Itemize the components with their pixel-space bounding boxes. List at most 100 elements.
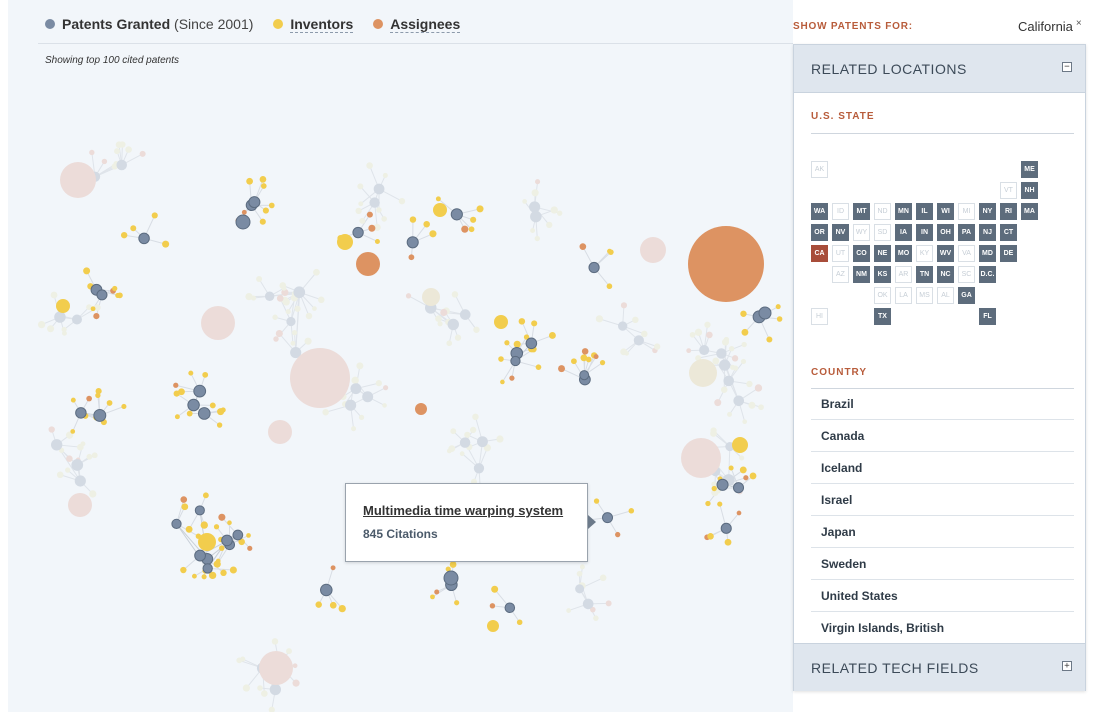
assignee-node[interactable] [275, 329, 283, 338]
inventor-node[interactable] [56, 299, 70, 313]
state-tile-ks[interactable]: KS [874, 266, 891, 283]
assignee-node[interactable] [706, 331, 713, 339]
assignee-node[interactable] [368, 224, 376, 232]
inventor-node[interactable] [89, 490, 97, 498]
inventor-node[interactable] [186, 410, 193, 417]
assignee-node[interactable] [736, 510, 742, 516]
inventor-node[interactable] [599, 360, 606, 366]
patent-node[interactable] [373, 183, 385, 195]
state-tile-ca[interactable]: CA [811, 245, 828, 262]
inventor-node[interactable] [516, 619, 523, 626]
inventor-node[interactable] [185, 525, 193, 533]
assignee-node[interactable] [579, 243, 587, 250]
inventor-node[interactable] [423, 220, 430, 228]
inventor-node[interactable] [313, 268, 320, 276]
related-locations-header[interactable]: RELATED LOCATIONS − [794, 45, 1085, 93]
state-tile-mo[interactable]: MO [895, 245, 912, 262]
state-tile-ny[interactable]: NY [979, 203, 996, 220]
inventor-node[interactable] [504, 340, 510, 346]
patent-node[interactable] [476, 436, 488, 448]
inventor-node[interactable] [250, 295, 257, 301]
patent-node[interactable] [362, 391, 374, 403]
assignee-node[interactable] [273, 336, 279, 342]
state-tile-de[interactable]: DE [1000, 245, 1017, 262]
inventor-node[interactable] [739, 455, 745, 461]
inventor-node[interactable] [358, 201, 364, 207]
inventor-node[interactable] [261, 690, 268, 697]
state-tile-mn[interactable]: MN [895, 203, 912, 220]
patent-node[interactable] [459, 437, 471, 448]
inventor-node[interactable] [382, 403, 387, 408]
patent-node[interactable] [286, 316, 296, 327]
patent-node[interactable] [716, 348, 727, 359]
inventor-node[interactable] [518, 318, 526, 325]
state-tile-mt[interactable]: MT [853, 203, 870, 220]
assignee-node[interactable] [489, 603, 496, 609]
inventor-node[interactable] [114, 148, 120, 155]
inventor-node[interactable] [513, 340, 521, 348]
state-tile-me[interactable]: ME [1021, 161, 1038, 178]
inventor-node[interactable] [733, 365, 739, 371]
inventor-node[interactable] [398, 197, 406, 205]
assignee-node[interactable] [440, 308, 448, 317]
patent-node[interactable] [723, 375, 735, 387]
inventor-node[interactable] [732, 437, 748, 453]
patent-node[interactable] [579, 370, 590, 381]
state-tile-nc[interactable]: NC [937, 266, 954, 283]
patent-node[interactable] [758, 306, 772, 320]
assignee-node[interactable] [259, 651, 293, 685]
country-item[interactable]: United States [811, 580, 1074, 612]
inventor-node[interactable] [65, 467, 71, 473]
assignee-node[interactable] [581, 348, 589, 355]
patent-node[interactable] [345, 399, 357, 411]
inventor-node[interactable] [246, 533, 251, 538]
inventor-node[interactable] [712, 357, 720, 365]
inventor-node[interactable] [433, 203, 447, 217]
inventor-node[interactable] [355, 207, 362, 215]
patent-node[interactable] [51, 439, 63, 451]
inventor-node[interactable] [435, 315, 442, 322]
inventor-node[interactable] [599, 574, 607, 582]
inventor-node[interactable] [449, 561, 457, 568]
state-tile-ri[interactable]: RI [1000, 203, 1017, 220]
inventor-node[interactable] [375, 380, 382, 387]
patent-node[interactable] [601, 512, 614, 524]
inventor-node[interactable] [776, 316, 783, 322]
patent-node[interactable] [193, 384, 207, 398]
inventor-node[interactable] [689, 359, 717, 387]
inventor-node[interactable] [260, 183, 267, 189]
assignee-node[interactable] [247, 545, 253, 551]
inventor-node[interactable] [188, 370, 194, 376]
assignee-node[interactable] [173, 382, 179, 388]
inventor-node[interactable] [468, 226, 475, 233]
inventor-node[interactable] [220, 569, 227, 577]
state-tile-wa[interactable]: WA [811, 203, 828, 220]
patent-node[interactable] [352, 226, 364, 239]
inventor-node[interactable] [37, 320, 46, 329]
state-tile-fl[interactable]: FL [979, 308, 996, 325]
assignee-node[interactable] [535, 179, 541, 185]
inventor-node[interactable] [382, 172, 388, 178]
inventor-node[interactable] [498, 356, 504, 362]
assignee-node[interactable] [434, 589, 440, 595]
inventor-node[interactable] [286, 648, 292, 655]
assignee-node[interactable] [93, 313, 100, 320]
state-tile-in[interactable]: IN [916, 224, 933, 241]
country-item[interactable]: Japan [811, 516, 1074, 548]
inventor-node[interactable] [213, 524, 220, 530]
assignee-node[interactable] [241, 209, 247, 215]
inventor-node[interactable] [476, 205, 484, 213]
inventor-node[interactable] [454, 334, 462, 341]
patent-network-graph[interactable] [8, 0, 793, 712]
patent-node[interactable] [194, 505, 205, 516]
inventor-node[interactable] [202, 492, 209, 499]
inventor-node[interactable] [472, 413, 479, 421]
state-tile-ma[interactable]: MA [1021, 203, 1038, 220]
assignee-node[interactable] [139, 150, 146, 157]
patent-node[interactable] [235, 214, 251, 230]
country-item[interactable]: Iceland [811, 452, 1074, 484]
inventor-node[interactable] [121, 403, 127, 410]
legend-inventors[interactable]: Inventors [273, 16, 354, 33]
inventor-node[interactable] [595, 315, 604, 323]
inventor-node[interactable] [534, 235, 540, 242]
